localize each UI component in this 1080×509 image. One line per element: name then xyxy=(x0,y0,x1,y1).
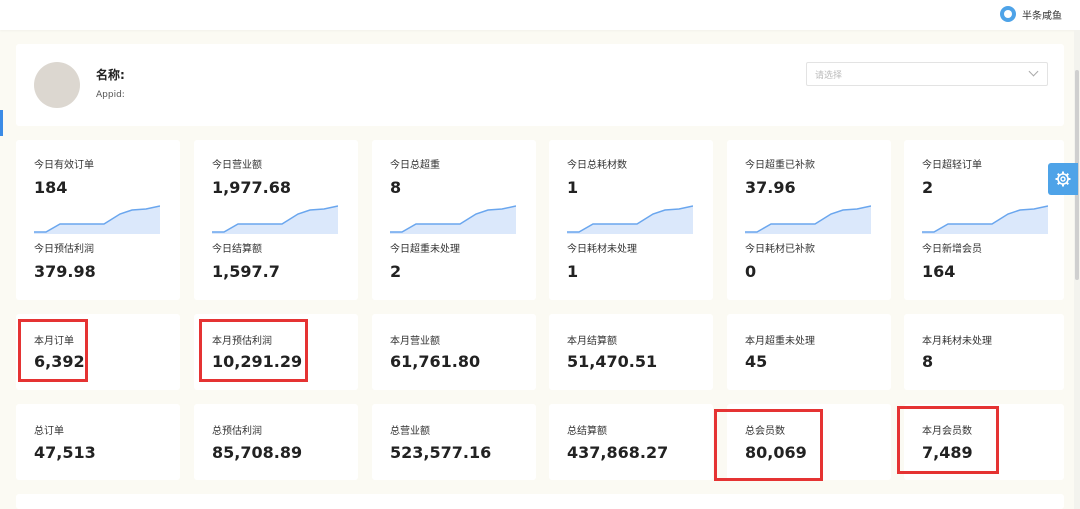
month-card-revenue: 本月营业额 61,761.80 xyxy=(372,314,536,390)
chevron-down-icon xyxy=(1028,66,1039,77)
appid-label: Appid: xyxy=(96,90,125,100)
stat-sub-label: 今日耗材未处理 xyxy=(567,244,637,255)
highlight-box xyxy=(18,319,88,382)
bottom-panel xyxy=(16,494,1064,509)
stat-label: 总结算额 xyxy=(567,426,607,437)
username: 半条咸鱼 xyxy=(1022,10,1062,22)
sparkline xyxy=(212,205,338,234)
stat-sub-label: 今日结算额 xyxy=(212,244,262,255)
select-placeholder: 请选择 xyxy=(815,71,843,81)
stat-value: 184 xyxy=(34,178,68,197)
user-avatar-icon xyxy=(1000,6,1016,22)
stat-label: 总营业额 xyxy=(390,426,430,437)
today-card-overweight: 今日总超重 8 今日超重未处理 2 xyxy=(372,140,536,300)
scrollbar[interactable] xyxy=(1074,30,1080,509)
stat-value: 85,708.89 xyxy=(212,443,303,462)
month-card-materials-pending: 本月耗材未处理 8 xyxy=(904,314,1064,390)
stat-label: 总订单 xyxy=(34,426,64,437)
sparkline xyxy=(567,205,693,234)
sidebar-active-indicator xyxy=(0,110,3,136)
sparkline xyxy=(34,205,160,234)
stat-label: 本月营业额 xyxy=(390,336,440,347)
month-card-settlement: 本月结算额 51,470.51 xyxy=(549,314,713,390)
sparkline xyxy=(390,205,516,234)
user-menu[interactable]: 半条咸鱼 xyxy=(1000,6,1062,22)
stat-value: 8 xyxy=(922,352,934,371)
gear-icon xyxy=(1055,171,1071,187)
today-card-underweight: 今日超轻订单 2 今日新增会员 164 xyxy=(904,140,1064,300)
highlight-box xyxy=(199,319,308,382)
today-card-materials: 今日总耗材数 1 今日耗材未处理 1 xyxy=(549,140,713,300)
stat-label: 今日总耗材数 xyxy=(567,160,627,171)
stat-sub-label: 今日新增会员 xyxy=(922,244,982,255)
stat-sub-value: 164 xyxy=(922,262,956,281)
stat-sub-value: 379.98 xyxy=(34,262,96,281)
stat-sub-value: 1,597.7 xyxy=(212,262,280,281)
stat-value: 47,513 xyxy=(34,443,96,462)
stat-value: 437,868.27 xyxy=(567,443,669,462)
stat-sub-value: 2 xyxy=(390,262,402,281)
stat-label: 今日有效订单 xyxy=(34,160,94,171)
stat-value: 61,761.80 xyxy=(390,352,481,371)
stat-label: 本月结算额 xyxy=(567,336,617,347)
stat-value: 1,977.68 xyxy=(212,178,291,197)
month-card-overweight-pending: 本月超重未处理 45 xyxy=(727,314,891,390)
today-card-overweight-paid: 今日超重已补款 37.96 今日耗材已补款 0 xyxy=(727,140,891,300)
stat-value: 8 xyxy=(390,178,402,197)
stat-label: 今日超重已补款 xyxy=(745,160,815,171)
stat-sub-value: 1 xyxy=(567,262,579,281)
stat-label: 今日营业额 xyxy=(212,160,262,171)
store-select[interactable]: 请选择 xyxy=(806,62,1048,86)
today-card-revenue: 今日营业额 1,977.68 今日结算额 1,597.7 xyxy=(194,140,358,300)
stat-sub-value: 0 xyxy=(745,262,757,281)
stat-label: 总预估利润 xyxy=(212,426,262,437)
profile-card: 名称: Appid: 请选择 xyxy=(16,44,1064,126)
total-card-profit: 总预估利润 85,708.89 xyxy=(194,404,358,480)
stat-sub-label: 今日预估利润 xyxy=(34,244,94,255)
stat-value: 1 xyxy=(567,178,579,197)
total-card-settlement: 总结算额 437,868.27 xyxy=(549,404,713,480)
highlight-box xyxy=(714,409,823,481)
stat-value: 2 xyxy=(922,178,934,197)
top-bar: 半条咸鱼 xyxy=(0,0,1080,30)
stat-value: 523,577.16 xyxy=(390,443,492,462)
stat-label: 本月超重未处理 xyxy=(745,336,815,347)
total-card-orders: 总订单 47,513 xyxy=(16,404,180,480)
stat-sub-label: 今日耗材已补款 xyxy=(745,244,815,255)
total-card-revenue: 总营业额 523,577.16 xyxy=(372,404,536,480)
sparkline xyxy=(922,205,1048,234)
store-name-label: 名称: xyxy=(96,68,125,82)
stat-sub-label: 今日超重未处理 xyxy=(390,244,460,255)
highlight-box xyxy=(897,406,999,474)
stat-label: 本月耗材未处理 xyxy=(922,336,992,347)
today-card-orders: 今日有效订单 184 今日预估利润 379.98 xyxy=(16,140,180,300)
stat-value: 37.96 xyxy=(745,178,796,197)
stat-label: 今日总超重 xyxy=(390,160,440,171)
settings-button[interactable] xyxy=(1048,163,1078,195)
avatar xyxy=(34,62,80,108)
stat-label: 今日超轻订单 xyxy=(922,160,982,171)
sparkline xyxy=(745,205,871,234)
stat-value: 45 xyxy=(745,352,768,371)
stat-value: 51,470.51 xyxy=(567,352,658,371)
